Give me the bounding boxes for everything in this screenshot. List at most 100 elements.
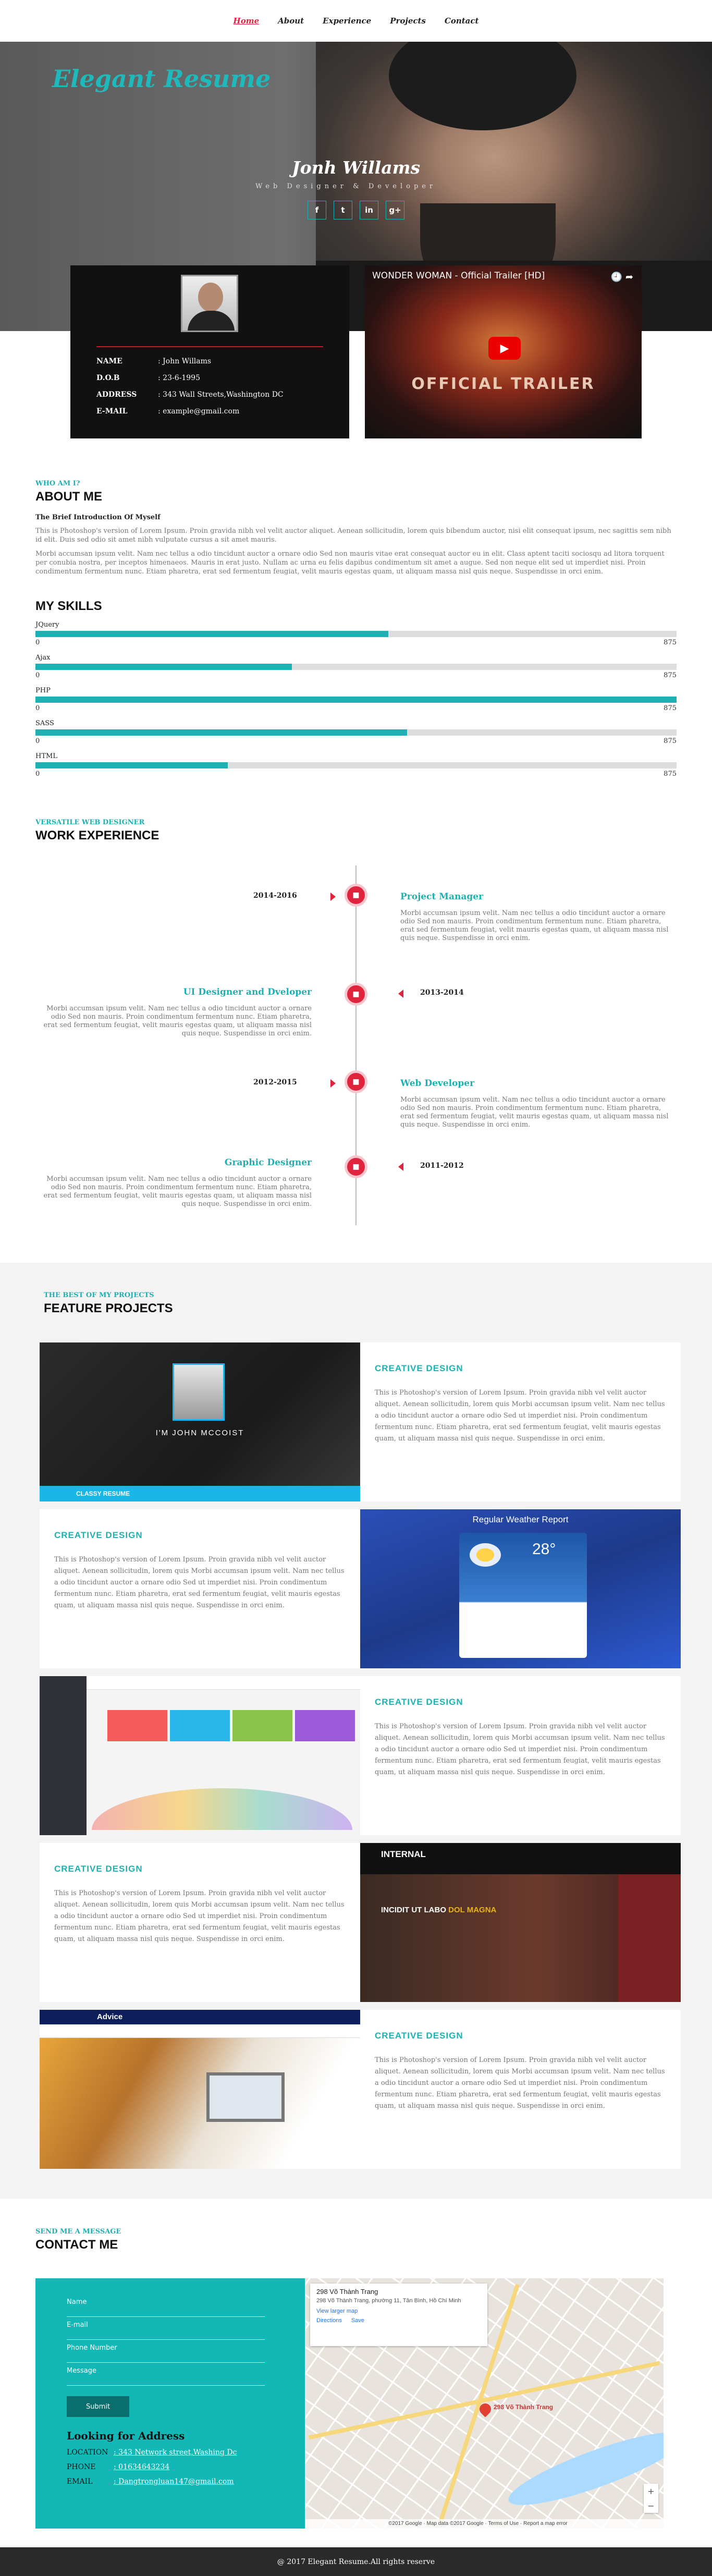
skill-item: Ajax 0 875 (35, 654, 677, 679)
timeline-date: 2011-2012 (420, 1162, 464, 1170)
timeline-title: Project Manager (400, 892, 484, 902)
feature-title: FEATURE PROJECTS (44, 1301, 173, 1315)
thumbnail-nav (40, 2024, 360, 2038)
temperature: 28° (532, 1541, 556, 1558)
dashboard-topbar (87, 1676, 360, 1690)
skill-item: SASS 0 875 (35, 719, 677, 745)
google-plus-icon[interactable]: g+ (386, 201, 404, 219)
headline-text: INCIDIT UT LABO (381, 1906, 446, 1914)
video-title[interactable]: WONDER WOMAN - Official Trailer [HD] (372, 271, 545, 281)
video-embed[interactable]: WONDER WOMAN - Official Trailer [HD] 🕘 ➦… (365, 265, 642, 438)
project-heading[interactable]: CREATIVE DESIGN (54, 1530, 346, 1541)
kitchen-cabinet (618, 1874, 681, 2002)
skill-scale: 0 875 (35, 672, 677, 679)
play-icon[interactable]: ▶ (488, 337, 521, 360)
zoom-in-icon[interactable]: + (647, 2486, 654, 2496)
map-place-name: 298 Võ Thành Trang (316, 2288, 378, 2296)
address-key: EMAIL (67, 2477, 93, 2486)
project-heading[interactable]: CREATIVE DESIGN (375, 2031, 666, 2041)
nav-contact[interactable]: Contact (445, 16, 479, 26)
submit-button[interactable]: Submit (67, 2396, 129, 2417)
profile-key: NAME (96, 357, 122, 365)
skill-bar (35, 664, 677, 670)
skill-name: PHP (35, 687, 51, 694)
map-zoom-control[interactable]: + − (644, 2484, 658, 2513)
scale-max: 875 (664, 770, 677, 778)
skill-name: HTML (35, 752, 57, 760)
timeline-text: Morbi accumsan ipsum velit. Nam nec tell… (43, 1175, 312, 1208)
briefcase-icon: ■ (345, 884, 367, 907)
briefcase-icon: ■ (345, 1155, 367, 1178)
view-larger-map-link[interactable]: View larger map (316, 2308, 481, 2314)
brand-logo[interactable]: Elegant Resume (52, 65, 271, 93)
thumbnail-heading: I'M JOHN MCCOIST (155, 1429, 244, 1437)
hero-name: Jonh Willams (292, 157, 421, 178)
nav-about[interactable]: About (278, 16, 304, 26)
project-heading[interactable]: CREATIVE DESIGN (375, 1697, 666, 1707)
project-thumbnail[interactable]: Advice (40, 2010, 360, 2169)
timeline-card: Web Developer Morbi accumsan ipsum velit… (400, 1078, 677, 1129)
project-thumbnail[interactable]: Regular Weather Report 28° (360, 1509, 681, 1668)
profile-value: : example@gmail.com (158, 407, 240, 416)
timeline-text: Morbi accumsan ipsum velit. Nam nec tell… (400, 909, 669, 942)
skill-bar (35, 697, 677, 703)
directions-link[interactable]: Directions (316, 2317, 342, 2324)
stat-tile (170, 1710, 230, 1741)
save-link[interactable]: Save (351, 2317, 364, 2324)
skills-title: MY SKILLS (35, 599, 102, 613)
feature-kicker: THE BEST OF MY PROJECTS (44, 1291, 154, 1299)
timeline-text: Morbi accumsan ipsum velit. Nam nec tell… (43, 1005, 312, 1037)
project-description: CREATIVE DESIGN This is Photoshop's vers… (40, 1509, 360, 1668)
project-thumbnail[interactable] (40, 1676, 360, 1835)
message-field[interactable]: Message (67, 2363, 265, 2386)
profile-value: : 343 Wall Streets,Washington DC (158, 390, 284, 399)
scale-max: 875 (664, 737, 677, 745)
about-kicker: WHO AM I? (35, 480, 80, 487)
nav-home[interactable]: Home (234, 16, 260, 26)
nav-projects[interactable]: Projects (390, 16, 426, 26)
skill-name: Ajax (35, 654, 51, 662)
skill-bar-fill (35, 664, 292, 670)
divider (96, 346, 323, 347)
project-text: This is Photoshop's version of Lorem Ips… (375, 1723, 665, 1776)
map-road (308, 2361, 660, 2440)
project-heading[interactable]: CREATIVE DESIGN (375, 1363, 666, 1374)
name-field[interactable]: Name (67, 2294, 265, 2317)
project-heading[interactable]: CREATIVE DESIGN (54, 1864, 346, 1874)
thumbnail-heading: Regular Weather Report (472, 1515, 569, 1524)
briefcase-icon: ■ (345, 983, 367, 1006)
phone-field[interactable]: Phone Number (67, 2340, 265, 2363)
scale-min: 0 (35, 770, 40, 778)
avatar (181, 275, 238, 332)
facebook-icon[interactable]: f (308, 201, 326, 219)
address-key: PHONE (67, 2463, 96, 2471)
work-title: WORK EXPERIENCE (35, 828, 159, 843)
work-kicker: VERSATILE WEB DESIGNER (35, 819, 145, 826)
map-river (502, 2419, 664, 2518)
twitter-icon[interactable]: t (334, 201, 352, 219)
nav-experience[interactable]: Experience (323, 16, 371, 26)
timeline-date: 2013-2014 (420, 988, 464, 997)
timeline-title: Graphic Designer (224, 1157, 312, 1168)
email-link[interactable]: : Dangtrongluan147@gmail.com (114, 2477, 234, 2486)
about-subtitle: The Brief Introduction Of Myself (35, 514, 161, 521)
skill-bar (35, 729, 677, 736)
timeline-card: Project Manager Morbi accumsan ipsum vel… (400, 892, 677, 943)
map-credit: ©2017 Google · Map data ©2017 Google · T… (305, 2519, 664, 2529)
stat-tile (107, 1710, 167, 1741)
project-thumbnail[interactable]: I'M JOHN MCCOIST CLASSY RESUME (40, 1342, 360, 1501)
linkedin-icon[interactable]: in (360, 201, 378, 219)
arrow-icon (398, 1163, 403, 1171)
hero-role: Web Designer & Developer (255, 182, 437, 190)
zoom-out-icon[interactable]: − (647, 2501, 654, 2511)
map-embed[interactable]: 298 Võ Thành Trang 298 Võ Thành Trang, p… (305, 2278, 664, 2529)
dashboard-sidebar (40, 1676, 87, 1835)
email-field[interactable]: E-mail (67, 2317, 265, 2340)
avatar (173, 1363, 225, 1421)
skill-item: HTML 0 875 (35, 752, 677, 778)
profile-key: ADDRESS (96, 390, 137, 399)
skill-bar-fill (35, 631, 388, 637)
project-thumbnail[interactable]: INTERNAL INCIDIT UT LABO DOL MAGNA (360, 1843, 681, 2002)
share-icon[interactable]: 🕘 ➦ (611, 272, 633, 283)
skill-bar (35, 762, 677, 768)
